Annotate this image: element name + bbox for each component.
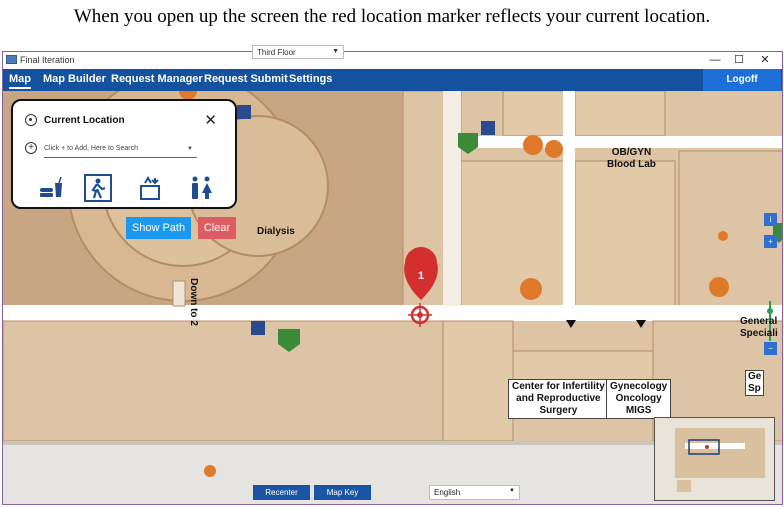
label-general-right: Ge Sp xyxy=(745,370,765,396)
menu-map-builder[interactable]: Map Builder xyxy=(43,73,106,85)
chevron-down-icon: ▼ xyxy=(332,48,339,55)
close-icon[interactable]: ✕ xyxy=(204,111,217,129)
show-path-button[interactable]: Show Path xyxy=(126,217,191,239)
app-icon xyxy=(6,55,17,64)
food-icon[interactable] xyxy=(37,174,65,202)
window-title: Final Iteration xyxy=(20,55,75,65)
restroom-icon[interactable] xyxy=(187,174,215,202)
map-key-button[interactable]: Map Key xyxy=(314,485,371,500)
language-select-value: English xyxy=(434,488,461,497)
location-target-icon xyxy=(25,114,37,126)
logoff-button[interactable]: Logoff xyxy=(703,69,781,91)
menu-request-manager[interactable]: Request Manager xyxy=(111,73,203,85)
recenter-button[interactable]: Recenter xyxy=(253,485,310,500)
label-obgyn: OB/GYN Blood Lab xyxy=(607,147,656,170)
menu-map[interactable]: Map xyxy=(9,73,31,89)
location-search-input[interactable]: Click + to Add, Here to Search ▼ xyxy=(44,142,197,158)
zoom-out-button[interactable]: − xyxy=(764,342,777,355)
title-bar: Final Iteration — ☐ ✕ xyxy=(3,52,782,69)
label-infertility: Center for Infertility and Reproductive … xyxy=(508,379,609,419)
chevron-down-icon: ▼ xyxy=(509,488,515,494)
label-gynecology: Gynecology Oncology MIGS xyxy=(606,379,672,419)
menu-request-submit[interactable]: Request Submit xyxy=(204,73,288,85)
language-select[interactable]: English ▼ xyxy=(429,485,520,500)
close-window-button[interactable]: ✕ xyxy=(753,53,777,68)
caption-text: When you open up the screen the red loca… xyxy=(73,6,711,27)
current-location-panel: Current Location ✕ + Click + to Add, Her… xyxy=(11,99,237,209)
minimize-button[interactable]: — xyxy=(703,53,727,68)
menu-settings[interactable]: Settings xyxy=(289,73,332,85)
zoom-in-button[interactable]: + xyxy=(764,235,777,248)
search-placeholder: Click + to Add, Here to Search xyxy=(44,145,138,152)
maximize-button[interactable]: ☐ xyxy=(727,53,751,68)
panel-title: Current Location xyxy=(44,115,125,126)
clear-button[interactable]: Clear xyxy=(198,217,236,239)
chevron-down-icon: ▼ xyxy=(187,146,193,152)
exit-icon[interactable] xyxy=(84,174,112,202)
label-dialysis: Dialysis xyxy=(257,226,295,237)
minimap[interactable] xyxy=(654,417,775,501)
floor-select[interactable]: Third Floor ▼ xyxy=(252,45,344,59)
zoom-info-button[interactable]: i xyxy=(764,213,777,226)
label-general-specialities: General Speciali xyxy=(740,316,778,339)
floor-select-value: Third Floor xyxy=(257,48,296,57)
menu-bar: Map Map Builder Request Manager Request … xyxy=(3,69,782,91)
label-down-to-2: Down to 2 xyxy=(188,278,199,326)
marker-number: 1 xyxy=(418,270,425,282)
elevator-icon[interactable] xyxy=(136,174,164,202)
minimap-drawing xyxy=(655,418,774,500)
add-icon[interactable]: + xyxy=(25,142,37,154)
